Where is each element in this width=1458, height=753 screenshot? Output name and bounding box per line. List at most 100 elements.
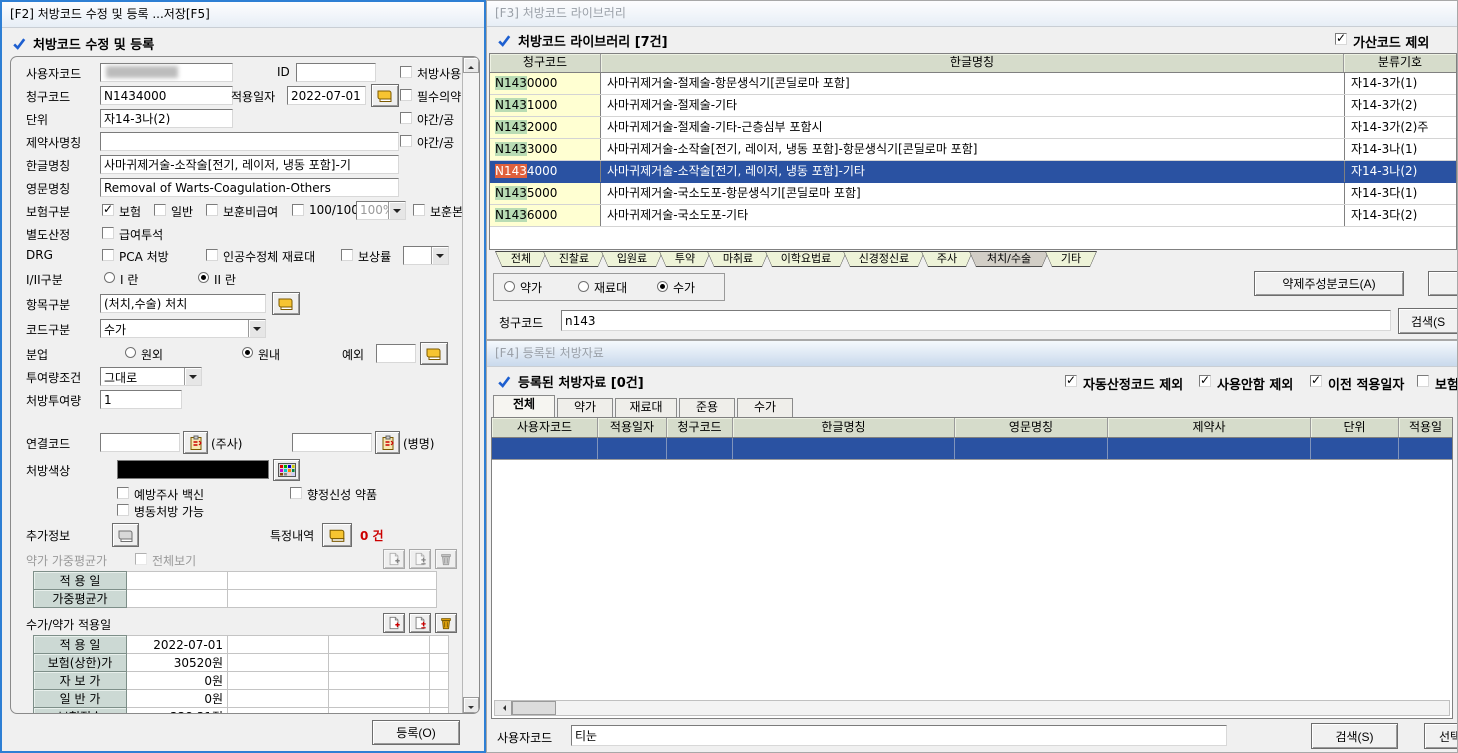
avg-add-button[interactable] — [383, 549, 405, 569]
registered-search-input[interactable] — [571, 725, 1227, 746]
avg-delete-button[interactable] — [435, 549, 457, 569]
table-row[interactable]: N1432000 사마귀제거술-절제술-기타-근층심부 포함시 자14-3가(2… — [490, 117, 1456, 139]
veteran-self-checkbox[interactable] — [413, 204, 425, 216]
narcotic-checkbox[interactable] — [290, 487, 302, 499]
scrollbar-thumb[interactable] — [512, 701, 556, 715]
exclude-autocalc-checkbox[interactable] — [1065, 375, 1077, 387]
scroll-down-button[interactable] — [463, 697, 479, 713]
scroll-up-button[interactable] — [463, 57, 479, 73]
tab-etc[interactable]: 기타 — [1045, 251, 1097, 267]
tab-anesthesia[interactable]: 마취료 — [707, 251, 769, 267]
tab-reg-material[interactable]: 재료대 — [615, 398, 677, 417]
user-code-field[interactable] — [100, 63, 233, 82]
internal-radio[interactable] — [242, 347, 253, 358]
apply-date-field[interactable] — [287, 86, 366, 105]
window-title-f2[interactable]: [F2] 처방코드 수정 및 등록 ...저장[F5] — [2, 2, 484, 28]
item-class-field[interactable] — [100, 294, 266, 313]
link-disease-field[interactable] — [292, 433, 372, 452]
table-row[interactable]: N1430000 사마귀제거술-절제술-항문생식기[콘딜로마 포함] 자14-3… — [490, 73, 1456, 95]
table-row[interactable]: N1433000 사마귀제거술-소작술[전기, 레이저, 냉동 포함]-항문생식… — [490, 139, 1456, 161]
column-header-unit[interactable]: 단위 — [1311, 418, 1399, 437]
tab-reg-all[interactable]: 전체 — [493, 395, 555, 417]
english-name-field[interactable] — [100, 178, 399, 197]
drug-price-radio[interactable] — [504, 281, 515, 292]
chevron-down-icon[interactable] — [184, 368, 201, 385]
column-header-user-code[interactable]: 사용자코드 — [492, 418, 598, 437]
table-row[interactable]: N1431000 사마귀제거술-절제술-기타 자14-3가(2) — [490, 95, 1456, 117]
library-search-input[interactable] — [561, 310, 1391, 331]
general-checkbox[interactable] — [154, 204, 166, 216]
exclude-addon-checkbox[interactable] — [1335, 33, 1347, 45]
column-header-korean-name[interactable]: 한글명칭 — [601, 54, 1344, 72]
ward-rx-checkbox[interactable] — [117, 504, 129, 516]
tab-reg-fee[interactable]: 수가 — [737, 398, 793, 417]
pca-checkbox[interactable] — [102, 249, 114, 261]
apply-date-lookup-button[interactable] — [371, 84, 399, 107]
scroll-left-button[interactable] — [495, 701, 512, 715]
insurance-checkbox[interactable] — [102, 204, 114, 216]
column-header-apply-day[interactable]: 적용일 — [1399, 418, 1452, 437]
essential-drug-checkbox[interactable] — [400, 89, 412, 101]
unit-field[interactable] — [100, 109, 233, 128]
code-class-dropdown[interactable]: 수가 — [100, 319, 266, 338]
tab-injection[interactable]: 주사 — [921, 251, 973, 267]
extra-info-button[interactable] — [112, 523, 139, 547]
table-row[interactable]: N1435000 사마귀제거술-국소도포-항문생식기[콘딜로마 포함] 자14-… — [490, 183, 1456, 205]
exception-field[interactable] — [376, 344, 416, 363]
rx-use-checkbox[interactable] — [400, 66, 412, 78]
lens-material-checkbox[interactable] — [206, 249, 218, 261]
column-header-class-code[interactable]: 분류기호 — [1344, 54, 1456, 72]
tab-procedure-surgery[interactable]: 처치/수술 — [969, 251, 1049, 267]
compensation-rate-dropdown[interactable] — [403, 246, 449, 265]
section-1-radio[interactable] — [104, 272, 115, 283]
item-class-lookup-button[interactable] — [272, 292, 300, 315]
full-self-pay-checkbox[interactable] — [292, 204, 304, 216]
library-search-button[interactable]: 검색(S — [1398, 308, 1458, 334]
has-insurance-checkbox[interactable] — [1417, 375, 1429, 387]
claim-code-field[interactable] — [100, 86, 233, 105]
column-header-maker[interactable]: 제약사 — [1108, 418, 1311, 437]
material-price-radio[interactable] — [578, 281, 589, 292]
doctor-button[interactable]: 의사 — [1428, 271, 1458, 296]
tab-consult[interactable]: 진찰료 — [543, 251, 605, 267]
chevron-down-icon[interactable] — [431, 247, 448, 264]
registered-select-button[interactable]: 선택(C — [1424, 723, 1458, 749]
column-header-english-name[interactable]: 영문명칭 — [955, 418, 1108, 437]
show-all-checkbox[interactable] — [135, 553, 147, 565]
register-button[interactable]: 등록(O) — [372, 720, 460, 745]
registered-search-button[interactable]: 검색(S) — [1311, 723, 1398, 749]
avg-insert-button[interactable] — [409, 549, 431, 569]
link-injection-lookup-button[interactable] — [183, 431, 208, 454]
link-injection-field[interactable] — [100, 433, 180, 452]
tab-all[interactable]: 전체 — [495, 251, 547, 267]
maker-field[interactable] — [100, 132, 399, 151]
previous-date-checkbox[interactable] — [1310, 375, 1322, 387]
drug-ingredient-button[interactable]: 약제주성분코드(A) — [1254, 271, 1404, 296]
fee-add-button[interactable] — [383, 613, 405, 633]
form-vertical-scrollbar[interactable] — [462, 57, 479, 713]
percent-dropdown[interactable]: 100% — [356, 201, 406, 220]
tab-reg-conform[interactable]: 준용 — [679, 398, 735, 417]
table-row[interactable]: N1436000 사마귀제거술-국소도포-기타 자14-3다(2) — [490, 205, 1456, 227]
vaccine-checkbox[interactable] — [117, 487, 129, 499]
fee-price-radio[interactable] — [657, 281, 668, 292]
korean-name-field[interactable] — [100, 155, 399, 174]
column-header-claim-code[interactable]: 청구코드 — [667, 418, 733, 437]
window-title-f4[interactable]: [F4] 등록된 처방자료 — [487, 341, 1457, 367]
dose-amount-field[interactable] — [100, 390, 182, 409]
exclude-unused-checkbox[interactable] — [1199, 375, 1211, 387]
link-disease-lookup-button[interactable] — [375, 431, 400, 454]
column-header-claim-code[interactable]: 청구코드 — [490, 54, 601, 72]
specific-detail-button[interactable] — [322, 523, 352, 547]
tab-reg-drug[interactable]: 약가 — [557, 398, 613, 417]
night-holiday-checkbox-2[interactable] — [400, 135, 412, 147]
id-field[interactable] — [296, 63, 376, 82]
column-header-apply-date[interactable]: 적용일자 — [598, 418, 667, 437]
tab-admission[interactable]: 입원료 — [601, 251, 663, 267]
chevron-down-icon[interactable] — [388, 202, 405, 219]
section-2-radio[interactable] — [198, 272, 209, 283]
night-holiday-checkbox-1[interactable] — [400, 112, 412, 124]
registered-horizontal-scrollbar[interactable] — [494, 700, 1450, 716]
tab-physio[interactable]: 이학요법료 — [765, 251, 847, 267]
dialysis-checkbox[interactable] — [102, 227, 114, 239]
